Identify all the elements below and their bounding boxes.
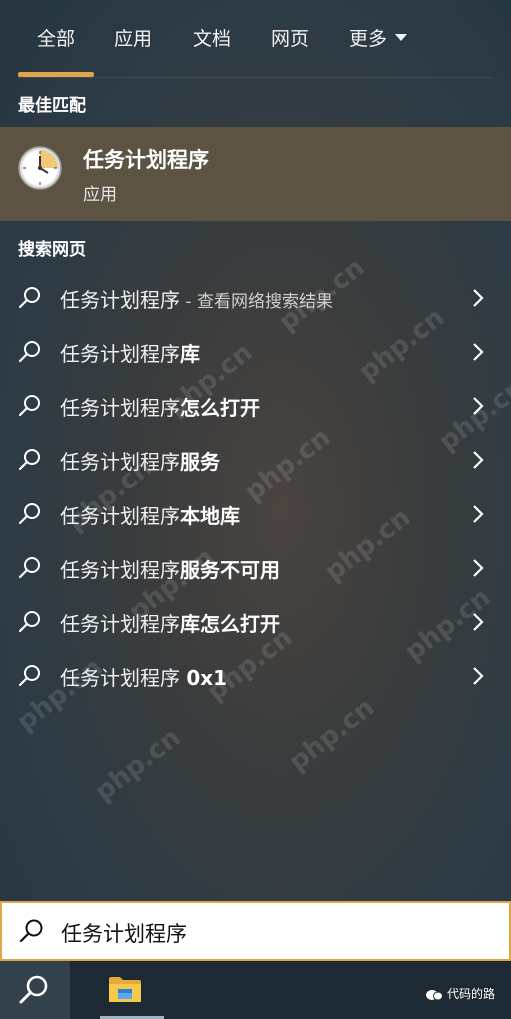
web-result-item[interactable]: 任务计划程序库 — [0, 325, 511, 379]
tab-web[interactable]: 网页 — [271, 24, 309, 51]
best-match-heading: 最佳匹配 — [18, 96, 86, 116]
web-search-heading: 搜索网页 — [18, 240, 86, 260]
search-icon — [19, 975, 48, 1004]
web-results-list: 任务计划程序 - 查看网络搜索结果 任务计划程序库 任务计划程序怎么打开 任务计… — [0, 271, 511, 703]
taskbar: 代码的路 — [0, 961, 511, 1019]
result-completion: 服务不可用 — [180, 558, 280, 582]
chevron-right-icon — [473, 397, 484, 415]
chevron-down-icon — [395, 34, 408, 41]
search-icon — [18, 611, 40, 633]
search-tabs: 全部 应用 文档 网页 更多 — [0, 0, 511, 78]
result-query: 任务计划程序 — [60, 342, 180, 366]
web-result-item[interactable]: 任务计划程序本地库 — [0, 487, 511, 541]
search-icon — [19, 919, 43, 943]
result-completion: 库怎么打开 — [180, 612, 280, 636]
web-result-item[interactable]: 任务计划程序库怎么打开 — [0, 595, 511, 649]
result-completion: 库 — [180, 342, 200, 366]
search-icon — [18, 341, 40, 363]
search-icon — [18, 665, 40, 687]
search-icon — [18, 503, 40, 525]
result-text: 任务计划程序服务 — [60, 446, 220, 475]
result-text: 任务计划程序 - 查看网络搜索结果 — [60, 284, 333, 313]
result-text: 任务计划程序本地库 — [60, 500, 240, 529]
web-result-item[interactable]: 任务计划程序服务 — [0, 433, 511, 487]
result-text: 任务计划程序 0x1 — [60, 662, 227, 691]
best-match-title: 任务计划程序 — [83, 148, 209, 172]
tab-more-label: 更多 — [349, 28, 388, 50]
result-suffix: - 查看网络搜索结果 — [180, 292, 333, 312]
chevron-right-icon — [473, 451, 484, 469]
web-result-item[interactable]: 任务计划程序 - 查看网络搜索结果 — [0, 271, 511, 325]
result-completion: 本地库 — [180, 504, 240, 528]
result-text: 任务计划程序服务不可用 — [60, 554, 280, 583]
search-input[interactable]: 任务计划程序 — [0, 901, 511, 961]
tab-more[interactable]: 更多 — [349, 24, 408, 51]
search-query-text: 任务计划程序 — [61, 922, 187, 946]
search-icon — [18, 557, 40, 579]
result-query: 任务计划程序 — [60, 666, 187, 690]
chevron-right-icon — [473, 343, 484, 361]
wechat-icon — [425, 989, 443, 1000]
result-query: 任务计划程序 — [60, 558, 180, 582]
best-match-type: 应用 — [83, 185, 117, 205]
wechat-label: 代码的路 — [446, 987, 495, 1001]
best-match-item[interactable]: 任务计划程序 应用 — [0, 127, 511, 221]
result-query: 任务计划程序 — [60, 288, 180, 312]
result-completion: 0x1 — [186, 666, 228, 690]
tab-apps[interactable]: 应用 — [114, 24, 152, 51]
tab-documents[interactable]: 文档 — [193, 24, 231, 51]
result-query: 任务计划程序 — [60, 612, 180, 636]
taskbar-file-explorer[interactable] — [100, 961, 164, 1019]
web-result-item[interactable]: 任务计划程序怎么打开 — [0, 379, 511, 433]
result-completion: 怎么打开 — [180, 396, 260, 420]
result-completion: 服务 — [180, 450, 220, 474]
web-result-item[interactable]: 任务计划程序服务不可用 — [0, 541, 511, 595]
result-query: 任务计划程序 — [60, 396, 180, 420]
result-query: 任务计划程序 — [60, 504, 180, 528]
chevron-right-icon — [473, 289, 484, 307]
search-icon — [18, 449, 40, 471]
result-query: 任务计划程序 — [60, 450, 180, 474]
web-result-item[interactable]: 任务计划程序 0x1 — [0, 649, 511, 703]
chevron-right-icon — [473, 505, 484, 523]
chevron-right-icon — [473, 667, 484, 685]
result-text: 任务计划程序库 — [60, 338, 200, 367]
tab-all[interactable]: 全部 — [37, 24, 75, 51]
result-text: 任务计划程序怎么打开 — [60, 392, 260, 421]
search-icon — [18, 287, 40, 309]
tabs-divider — [18, 77, 493, 78]
file-explorer-icon — [109, 977, 141, 1002]
clock-icon — [18, 146, 62, 190]
result-text: 任务计划程序库怎么打开 — [60, 608, 280, 637]
watermark: php.cn — [283, 692, 381, 778]
chevron-right-icon — [473, 613, 484, 631]
chevron-right-icon — [473, 559, 484, 577]
taskbar-search-button[interactable] — [0, 961, 70, 1019]
search-icon — [18, 395, 40, 417]
wechat-watermark: 代码的路 — [425, 985, 495, 1002]
watermark: php.cn — [89, 722, 187, 808]
